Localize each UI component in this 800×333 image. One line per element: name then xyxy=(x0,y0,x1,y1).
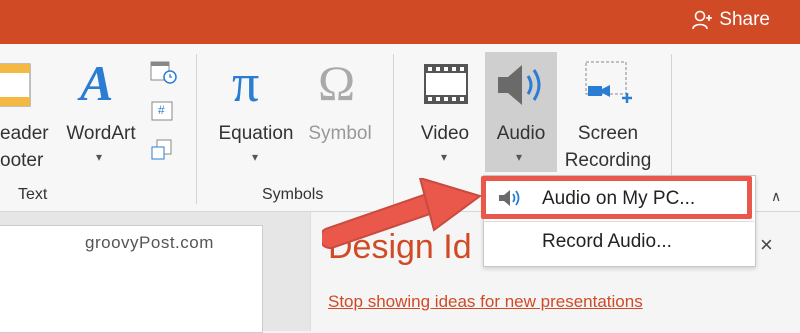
title-bar: Share xyxy=(0,0,800,44)
wordart-dropdown-caret: ▾ xyxy=(96,150,103,164)
object-icon xyxy=(151,139,172,160)
video-label: Video xyxy=(420,123,470,144)
audio-label: Audio xyxy=(496,123,546,144)
group-label-symbols: Symbols xyxy=(262,186,324,203)
header-footer-icon xyxy=(0,63,31,107)
film-strip-icon xyxy=(424,64,468,104)
screen-label: Screen xyxy=(577,123,639,144)
stop-showing-ideas-link[interactable]: Stop showing ideas for new presentations xyxy=(328,292,643,312)
slide-number-button[interactable]: # xyxy=(150,100,176,129)
calendar-clock-icon xyxy=(150,61,177,84)
annotation-arrow xyxy=(322,178,483,249)
audio-dropdown-caret: ▾ xyxy=(516,150,523,164)
share-label: Share xyxy=(719,9,770,30)
highlight-box xyxy=(481,176,752,219)
pi-icon: π xyxy=(232,53,260,113)
footer-label: ooter xyxy=(0,150,44,171)
slide-number-glyph: # xyxy=(158,103,165,117)
recording-label: Recording xyxy=(564,150,652,171)
person-add-icon xyxy=(692,10,713,30)
menu-item-record-audio[interactable]: Record Audio... xyxy=(483,222,754,262)
screen-recording-icon xyxy=(585,61,632,103)
share-button[interactable]: Share xyxy=(691,9,770,31)
close-icon[interactable]: × xyxy=(760,232,773,258)
omega-icon: Ω xyxy=(318,55,356,111)
header-label: eader xyxy=(0,123,49,144)
speaker-icon xyxy=(498,65,541,105)
equation-dropdown-caret: ▾ xyxy=(252,150,259,164)
symbol-label: Symbol xyxy=(308,123,372,144)
group-label-text: Text xyxy=(18,186,48,203)
video-dropdown-caret: ▾ xyxy=(441,150,448,164)
wordart-icon: A xyxy=(80,55,114,111)
date-time-button[interactable] xyxy=(150,60,178,91)
collapse-ribbon-icon[interactable]: ∧ xyxy=(771,188,781,205)
wordart-label: WordArt xyxy=(66,123,136,144)
equation-label: Equation xyxy=(218,123,294,144)
menu-item-label: Record Audio... xyxy=(542,231,672,252)
watermark-text: groovyPost.com xyxy=(85,233,214,252)
ribbon-separator xyxy=(196,54,197,204)
object-button[interactable] xyxy=(150,138,176,169)
